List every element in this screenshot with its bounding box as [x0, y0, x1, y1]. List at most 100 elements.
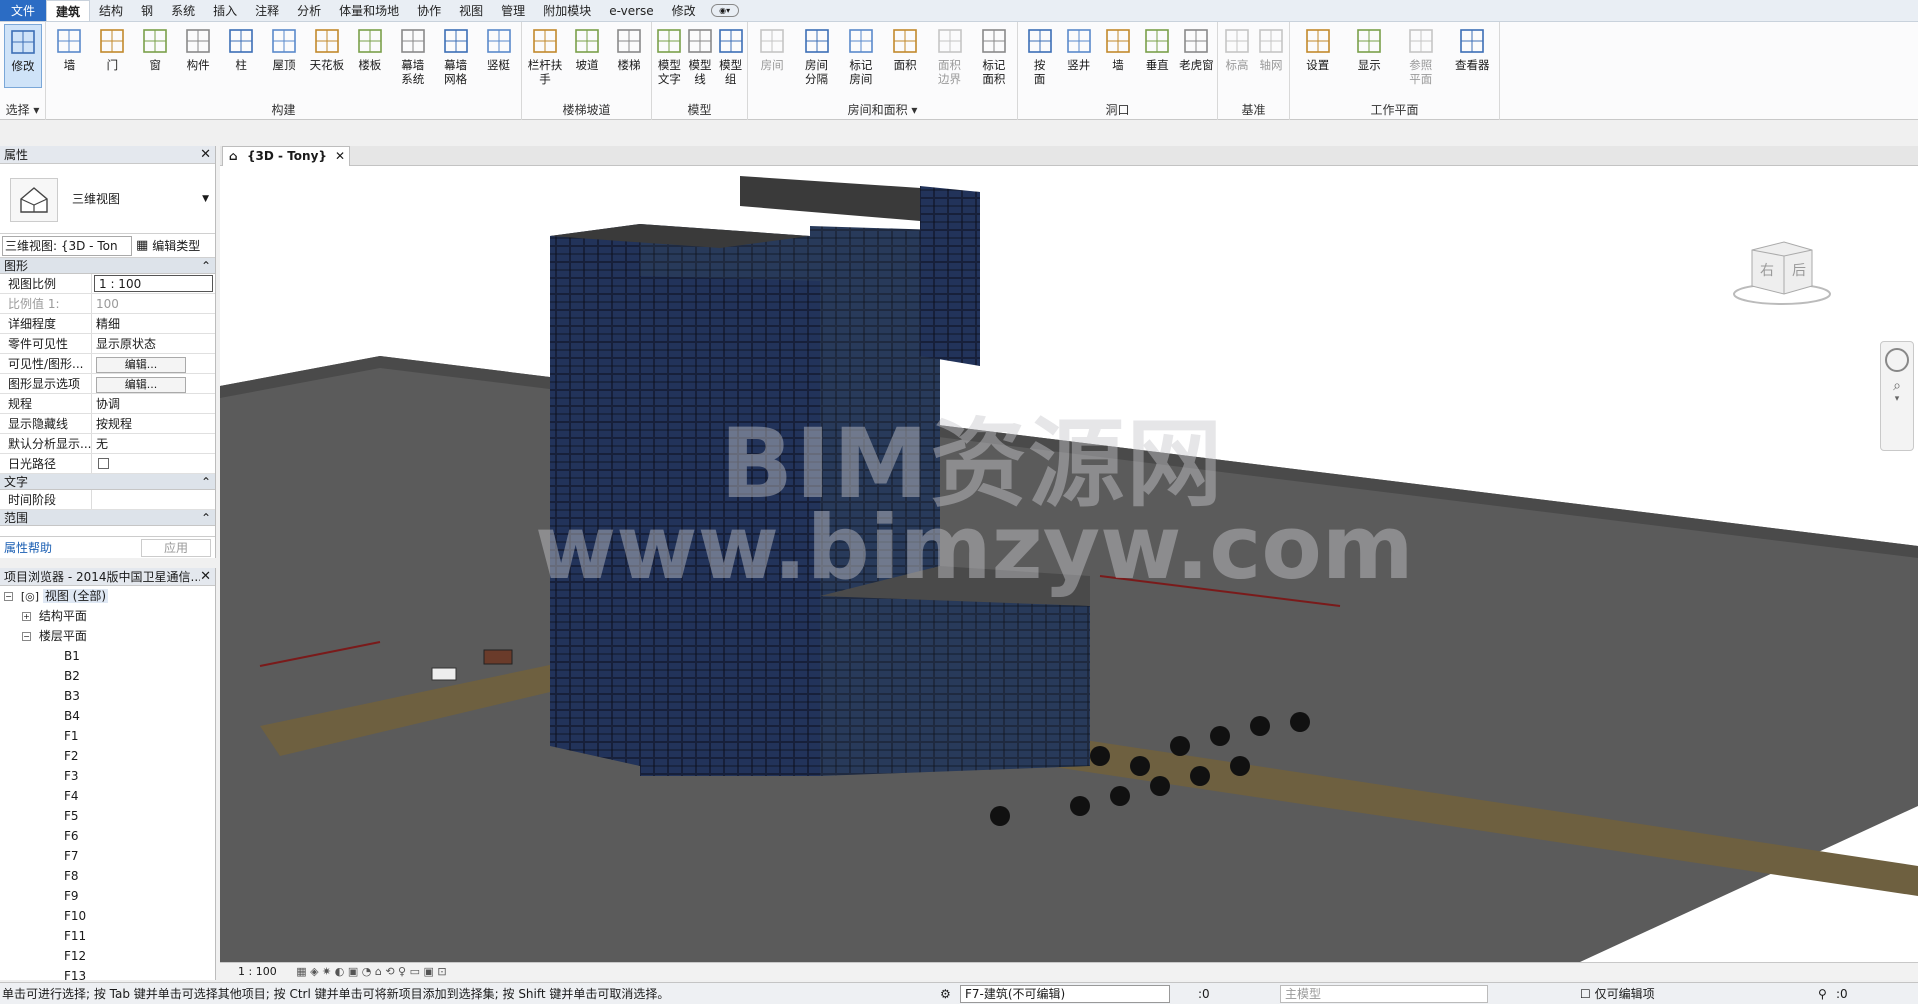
ribbon-button[interactable]: 构件 [179, 24, 217, 72]
3d-viewport[interactable]: BIM资源网 www.bimzyw.com 右 后 ⌕ ▾ [220, 166, 1918, 962]
property-value[interactable]: 显示原状态 [92, 334, 215, 353]
ribbon-panel-label[interactable]: 洞口 [1018, 101, 1217, 118]
tree-level-item[interactable]: B2 [0, 666, 215, 686]
property-value[interactable]: 协调 [92, 394, 215, 413]
tree-level-item[interactable]: F13 [0, 966, 215, 980]
filter-icon[interactable]: ⚲ [1818, 983, 1827, 1004]
ribbon-button[interactable]: 墙 [50, 24, 88, 72]
ribbon-tab[interactable]: 插入 [204, 0, 246, 21]
ribbon-button[interactable]: 楼板 [351, 24, 389, 72]
zoom-icon[interactable]: ⌕ [1881, 378, 1913, 394]
tree-level-item[interactable]: F7 [0, 846, 215, 866]
property-value[interactable]: 精细 [92, 314, 215, 333]
tree-level-item[interactable]: F9 [0, 886, 215, 906]
collapse-icon[interactable]: ⌃ [201, 259, 211, 273]
ribbon-tab[interactable]: 协作 [408, 0, 450, 21]
tree-level-item[interactable]: F8 [0, 866, 215, 886]
ribbon-tab[interactable]: 建筑 [46, 0, 91, 21]
ribbon-button[interactable]: 幕墙 网格 [437, 24, 475, 86]
ribbon-button[interactable]: 修改 [4, 24, 42, 88]
type-selector[interactable]: 三维视图 ▼ [0, 164, 215, 234]
ribbon-button[interactable]: 屋顶 [265, 24, 303, 72]
ribbon-button[interactable]: 竖井 [1060, 24, 1098, 72]
ribbon-button[interactable]: 轴网 [1252, 24, 1290, 72]
ribbon-tab[interactable]: 附加模块 [534, 0, 600, 21]
ribbon-button[interactable]: 天花板 [308, 24, 346, 72]
edit-type-button[interactable]: 编辑类型 [152, 237, 200, 254]
collapse-icon[interactable]: ⌃ [201, 475, 211, 489]
collapse-icon[interactable]: − [4, 592, 13, 601]
edit-button-label[interactable]: 编辑... [96, 357, 186, 373]
ribbon-button[interactable]: 显示 [1350, 24, 1388, 72]
ribbon-button[interactable]: 竖梃 [480, 24, 518, 72]
checkbox-icon[interactable] [98, 458, 109, 469]
ribbon-panel-label[interactable]: 选择 ▾ [0, 101, 45, 118]
viewcube-right-face[interactable]: 右 [1760, 260, 1774, 280]
tree-level-item[interactable]: F4 [0, 786, 215, 806]
ribbon-panel-label[interactable]: 基准 [1218, 101, 1289, 118]
tree-structural[interactable]: + 结构平面 [0, 606, 215, 626]
ribbon-button[interactable]: 参照 平面 [1402, 24, 1440, 86]
active-workset-dropdown[interactable]: F7-建筑(不可编辑) [960, 985, 1170, 1003]
ribbon-panel-label[interactable]: 楼梯坡道 [522, 101, 651, 118]
ribbon-button[interactable]: 墙 [1099, 24, 1137, 72]
close-icon[interactable]: ✕ [335, 147, 345, 165]
ribbon-tab[interactable]: 系统 [162, 0, 204, 21]
ribbon-tab[interactable]: 管理 [492, 0, 534, 21]
expand-icon[interactable]: + [22, 612, 31, 621]
ribbon-tab[interactable]: 视图 [450, 0, 492, 21]
ribbon-button[interactable]: 模型 组 [712, 24, 750, 86]
tree-root[interactable]: − [◎] 视图 (全部) [0, 586, 215, 606]
ribbon-tab[interactable]: 注释 [246, 0, 288, 21]
edit-button[interactable]: 编辑... [92, 354, 215, 373]
chevron-down-icon[interactable]: ▾ [1881, 394, 1913, 404]
ribbon-button[interactable]: 楼梯 [610, 24, 648, 72]
dropdown-arrow-icon[interactable]: ▼ [202, 194, 209, 204]
ribbon-panel-label[interactable]: 房间和面积 ▾ [748, 101, 1017, 118]
properties-help-link[interactable]: 属性帮助 [4, 539, 52, 556]
view-controls-icon[interactable]: ▦ ◈ ✷ ◐ ▣ ◔ ⌂ ⟲ ♀ ▭ ▣ ⊡ [296, 965, 446, 978]
ribbon-tab[interactable]: 体量和场地 [330, 0, 408, 21]
view-tab[interactable]: ⌂ {3D - Tony} ✕ [222, 146, 350, 166]
ribbon-button[interactable]: 标记 房间 [842, 24, 880, 86]
ribbon-button[interactable]: 房间 分隔 [798, 24, 836, 86]
ribbon-panel-label[interactable]: 工作平面 [1290, 101, 1499, 118]
tree-level-item[interactable]: F2 [0, 746, 215, 766]
ribbon-button[interactable]: 窗 [136, 24, 174, 72]
close-icon[interactable]: ✕ [200, 569, 211, 584]
tree-level-item[interactable]: F11 [0, 926, 215, 946]
property-value[interactable] [92, 490, 215, 509]
ribbon-tab[interactable]: 分析 [288, 0, 330, 21]
ribbon-button[interactable]: 栏杆扶手 [526, 24, 564, 86]
ribbon-button[interactable]: 房间 [753, 24, 791, 72]
ribbon-panel-label[interactable]: 构建 [46, 101, 521, 118]
group-graphics[interactable]: 图形 ⌃ [0, 258, 215, 274]
ribbon-button[interactable]: 标高 [1218, 24, 1256, 72]
ribbon-button[interactable]: 按 面 [1021, 24, 1059, 86]
ribbon-button[interactable]: 坡道 [568, 24, 606, 72]
viewcube-back-face[interactable]: 后 [1792, 260, 1806, 280]
property-value[interactable]: 无 [92, 434, 215, 453]
ribbon-button[interactable]: 柱 [222, 24, 260, 72]
property-value[interactable]: 按规程 [92, 414, 215, 433]
viewcube[interactable]: 右 后 [1732, 236, 1832, 316]
navigation-bar[interactable]: ⌕ ▾ [1880, 341, 1914, 451]
ribbon-button[interactable]: 老虎窗 [1177, 24, 1215, 72]
instance-selector[interactable]: 三维视图: {3D - Ton [2, 235, 132, 256]
editable-only-toggle[interactable]: ☐ 仅可编辑项 [1580, 983, 1655, 1004]
apply-button[interactable]: 应用 [141, 538, 211, 557]
design-option-dropdown[interactable]: 主模型 [1280, 985, 1488, 1003]
group-range[interactable]: 范围 ⌃ [0, 510, 215, 526]
tree-level-item[interactable]: F6 [0, 826, 215, 846]
ribbon-button[interactable]: 面积 [886, 24, 924, 72]
collapse-icon[interactable]: ⌃ [201, 511, 211, 525]
ribbon-tab[interactable]: 文件 [0, 0, 47, 21]
ribbon-button[interactable]: 幕墙 系统 [394, 24, 432, 86]
tree-level-item[interactable]: B1 [0, 646, 215, 666]
tree-floor[interactable]: − 楼层平面 [0, 626, 215, 646]
ribbon-button[interactable]: 设置 [1299, 24, 1337, 72]
ribbon-tab[interactable]: 修改 [663, 0, 705, 21]
property-value[interactable]: 1 : 100 [94, 275, 213, 292]
ribbon-button[interactable]: 面积 边界 [931, 24, 969, 86]
tree-level-item[interactable]: B4 [0, 706, 215, 726]
